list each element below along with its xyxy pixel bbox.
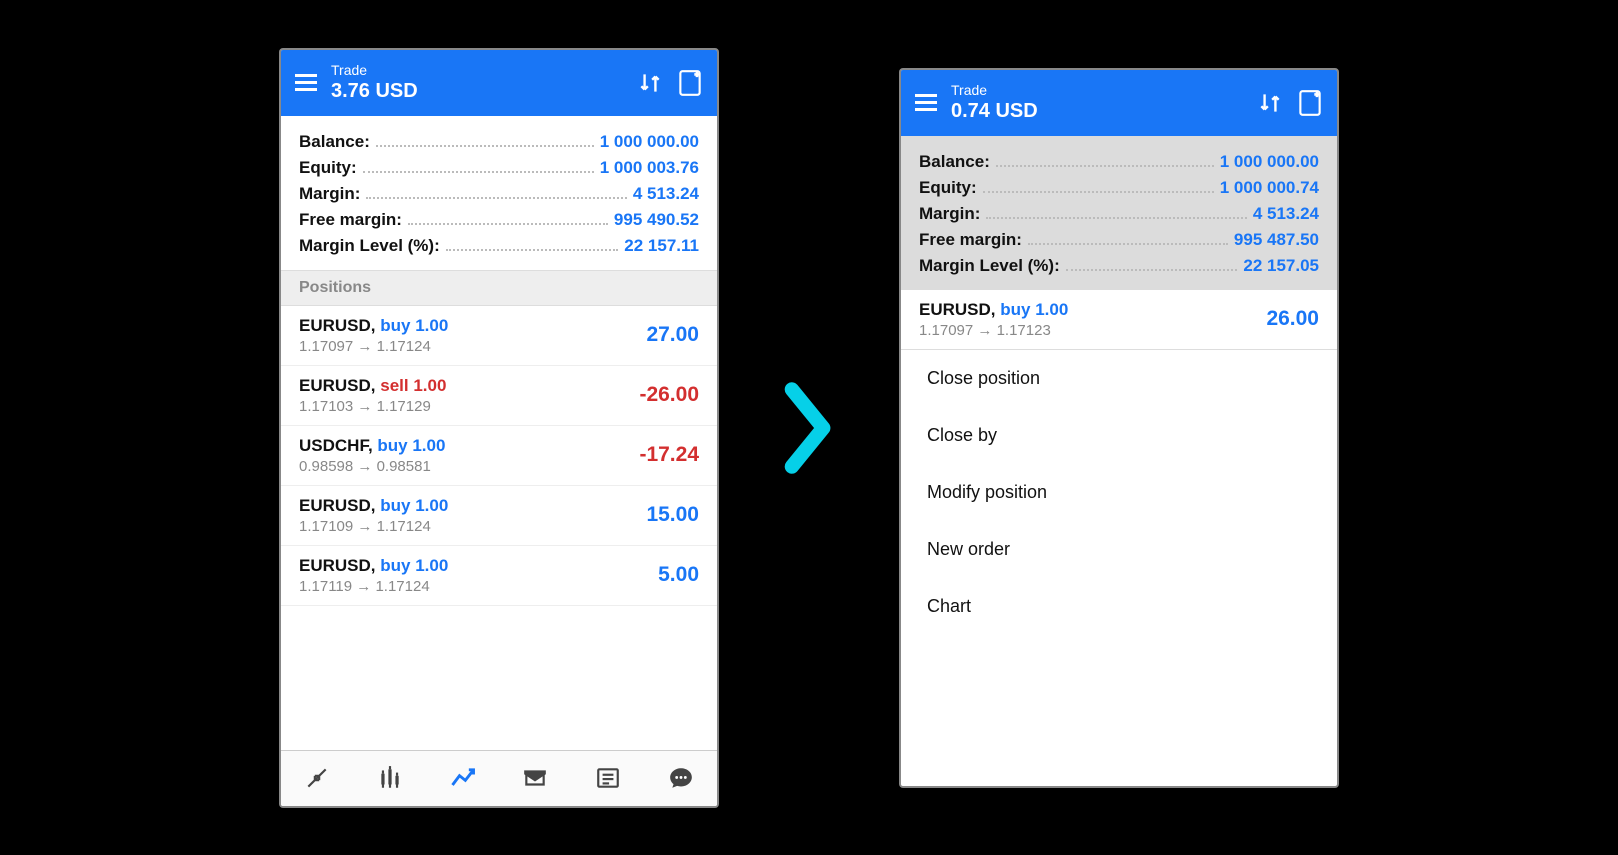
summary-row: Equity:1 000 003.76 bbox=[299, 158, 699, 178]
position-row[interactable]: USDCHF, buy 1.00 0.98598 → 0.98581 -17.2… bbox=[281, 426, 717, 486]
summary-row: Margin Level (%):22 157.05 bbox=[919, 256, 1319, 276]
arrow-icon bbox=[779, 378, 839, 478]
menu-close-position[interactable]: Close position bbox=[901, 350, 1337, 407]
header-value: 3.76 USD bbox=[331, 79, 623, 103]
header-label: Trade bbox=[951, 82, 1243, 99]
context-menu: Close position Close by Modify position … bbox=[901, 350, 1337, 635]
summary-row: Free margin:995 487.50 bbox=[919, 230, 1319, 250]
app-header: Trade 3.76 USD bbox=[281, 50, 717, 116]
position-row[interactable]: EURUSD, buy 1.00 1.17119 → 1.17124 5.00 bbox=[281, 546, 717, 606]
account-summary: Balance:1 000 000.00 Equity:1 000 000.74… bbox=[901, 136, 1337, 290]
menu-new-order[interactable]: New order bbox=[901, 521, 1337, 578]
bottom-nav bbox=[281, 750, 717, 806]
app-header: Trade 0.74 USD bbox=[901, 70, 1337, 136]
sort-icon[interactable] bbox=[1257, 90, 1283, 116]
header-label: Trade bbox=[331, 62, 623, 79]
selected-position[interactable]: EURUSD, buy 1.00 1.17097 → 1.17123 26.00 bbox=[901, 290, 1337, 350]
nav-news-icon[interactable] bbox=[588, 758, 628, 798]
summary-row: Balance:1 000 000.00 bbox=[299, 132, 699, 152]
nav-messages-icon[interactable] bbox=[661, 758, 701, 798]
summary-row: Margin:4 513.24 bbox=[919, 204, 1319, 224]
summary-row: Balance:1 000 000.00 bbox=[919, 152, 1319, 172]
menu-close-by[interactable]: Close by bbox=[901, 407, 1337, 464]
menu-icon[interactable] bbox=[915, 94, 937, 111]
nav-history-icon[interactable] bbox=[515, 758, 555, 798]
add-icon[interactable] bbox=[677, 68, 703, 98]
add-icon[interactable] bbox=[1297, 88, 1323, 118]
sort-icon[interactable] bbox=[637, 70, 663, 96]
header-value: 0.74 USD bbox=[951, 99, 1243, 123]
summary-row: Equity:1 000 000.74 bbox=[919, 178, 1319, 198]
menu-icon[interactable] bbox=[295, 74, 317, 91]
nav-trade-icon[interactable] bbox=[443, 758, 483, 798]
account-summary: Balance:1 000 000.00 Equity:1 000 003.76… bbox=[281, 116, 717, 270]
position-row[interactable]: EURUSD, buy 1.00 1.17109 → 1.17124 15.00 bbox=[281, 486, 717, 546]
positions-header: Positions bbox=[281, 270, 717, 306]
header-title: Trade 0.74 USD bbox=[951, 82, 1243, 123]
phone-right: Trade 0.74 USD Balance:1 000 000.00 Equi… bbox=[899, 68, 1339, 788]
summary-row: Margin Level (%):22 157.11 bbox=[299, 236, 699, 256]
position-row[interactable]: EURUSD, buy 1.00 1.17097 → 1.17124 27.00 bbox=[281, 306, 717, 366]
nav-quotes-icon[interactable] bbox=[297, 758, 337, 798]
positions-list: EURUSD, buy 1.00 1.17097 → 1.17124 27.00… bbox=[281, 306, 717, 750]
menu-chart[interactable]: Chart bbox=[901, 578, 1337, 635]
menu-modify-position[interactable]: Modify position bbox=[901, 464, 1337, 521]
phone-left: Trade 3.76 USD Balance:1 000 000.00 Equi… bbox=[279, 48, 719, 808]
header-title: Trade 3.76 USD bbox=[331, 62, 623, 103]
summary-row: Margin:4 513.24 bbox=[299, 184, 699, 204]
summary-row: Free margin:995 490.52 bbox=[299, 210, 699, 230]
position-row[interactable]: EURUSD, sell 1.00 1.17103 → 1.17129 -26.… bbox=[281, 366, 717, 426]
nav-chart-icon[interactable] bbox=[370, 758, 410, 798]
